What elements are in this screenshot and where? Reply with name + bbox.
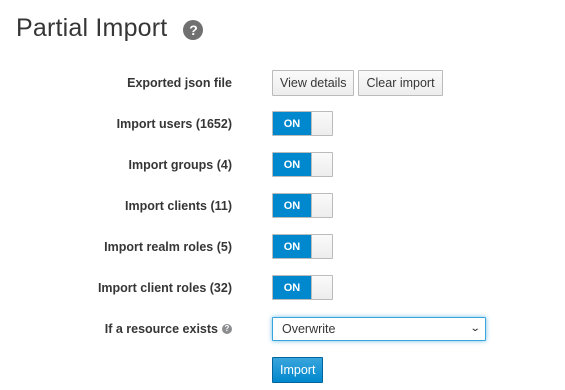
view-details-button[interactable]: View details <box>272 69 355 96</box>
resource-exists-label-text: If a resource exists <box>104 321 218 336</box>
toggle-on-label: ON <box>273 235 311 258</box>
page-header: Partial Import ? <box>16 14 204 43</box>
toggle-on-label: ON <box>273 194 311 217</box>
import-users-toggle[interactable]: ON <box>272 111 333 136</box>
import-groups-row: Import groups (4) ON <box>0 144 565 185</box>
toggle-knob <box>311 112 332 135</box>
toggle-on-label: ON <box>273 153 311 176</box>
clear-import-button[interactable]: Clear import <box>358 69 443 96</box>
import-button[interactable]: Import <box>272 356 324 383</box>
partial-import-form: Exported json file View details Clear im… <box>0 62 565 390</box>
submit-row: Import <box>0 349 565 390</box>
import-users-label: Import users (1652) <box>116 116 232 131</box>
toggle-knob <box>311 194 332 217</box>
exported-json-file-row: Exported json file View details Clear im… <box>0 62 565 103</box>
import-clients-row: Import clients (11) ON <box>0 185 565 226</box>
toggle-knob <box>311 153 332 176</box>
import-realm-roles-row: Import realm roles (5) ON <box>0 226 565 267</box>
import-clients-toggle[interactable]: ON <box>272 193 333 218</box>
toggle-on-label: ON <box>273 276 311 299</box>
import-client-roles-row: Import client roles (32) ON <box>0 267 565 308</box>
exported-json-file-label: Exported json file <box>127 75 232 90</box>
import-client-roles-label: Import client roles (32) <box>97 280 232 295</box>
import-realm-roles-label: Import realm roles (5) <box>104 239 232 254</box>
toggle-knob <box>311 235 332 258</box>
chevron-down-icon: ⌄ <box>469 323 481 334</box>
resource-exists-row: If a resource exists ? Overwrite ⌄ <box>0 308 565 349</box>
import-groups-toggle[interactable]: ON <box>272 152 333 177</box>
resource-exists-select[interactable]: Overwrite ⌄ <box>272 316 486 341</box>
import-groups-label: Import groups (4) <box>128 157 232 172</box>
import-users-row: Import users (1652) ON <box>0 103 565 144</box>
help-icon[interactable]: ? <box>183 19 204 40</box>
import-client-roles-toggle[interactable]: ON <box>272 275 333 300</box>
import-clients-label: Import clients (11) <box>125 198 232 213</box>
resource-exists-label: If a resource exists ? <box>105 322 232 336</box>
toggle-knob <box>311 276 332 299</box>
page-title: Partial Import <box>16 14 168 42</box>
resource-exists-selected-value: Overwrite <box>282 321 336 336</box>
toggle-on-label: ON <box>273 112 311 135</box>
help-icon[interactable]: ? <box>222 323 232 334</box>
import-realm-roles-toggle[interactable]: ON <box>272 234 333 259</box>
